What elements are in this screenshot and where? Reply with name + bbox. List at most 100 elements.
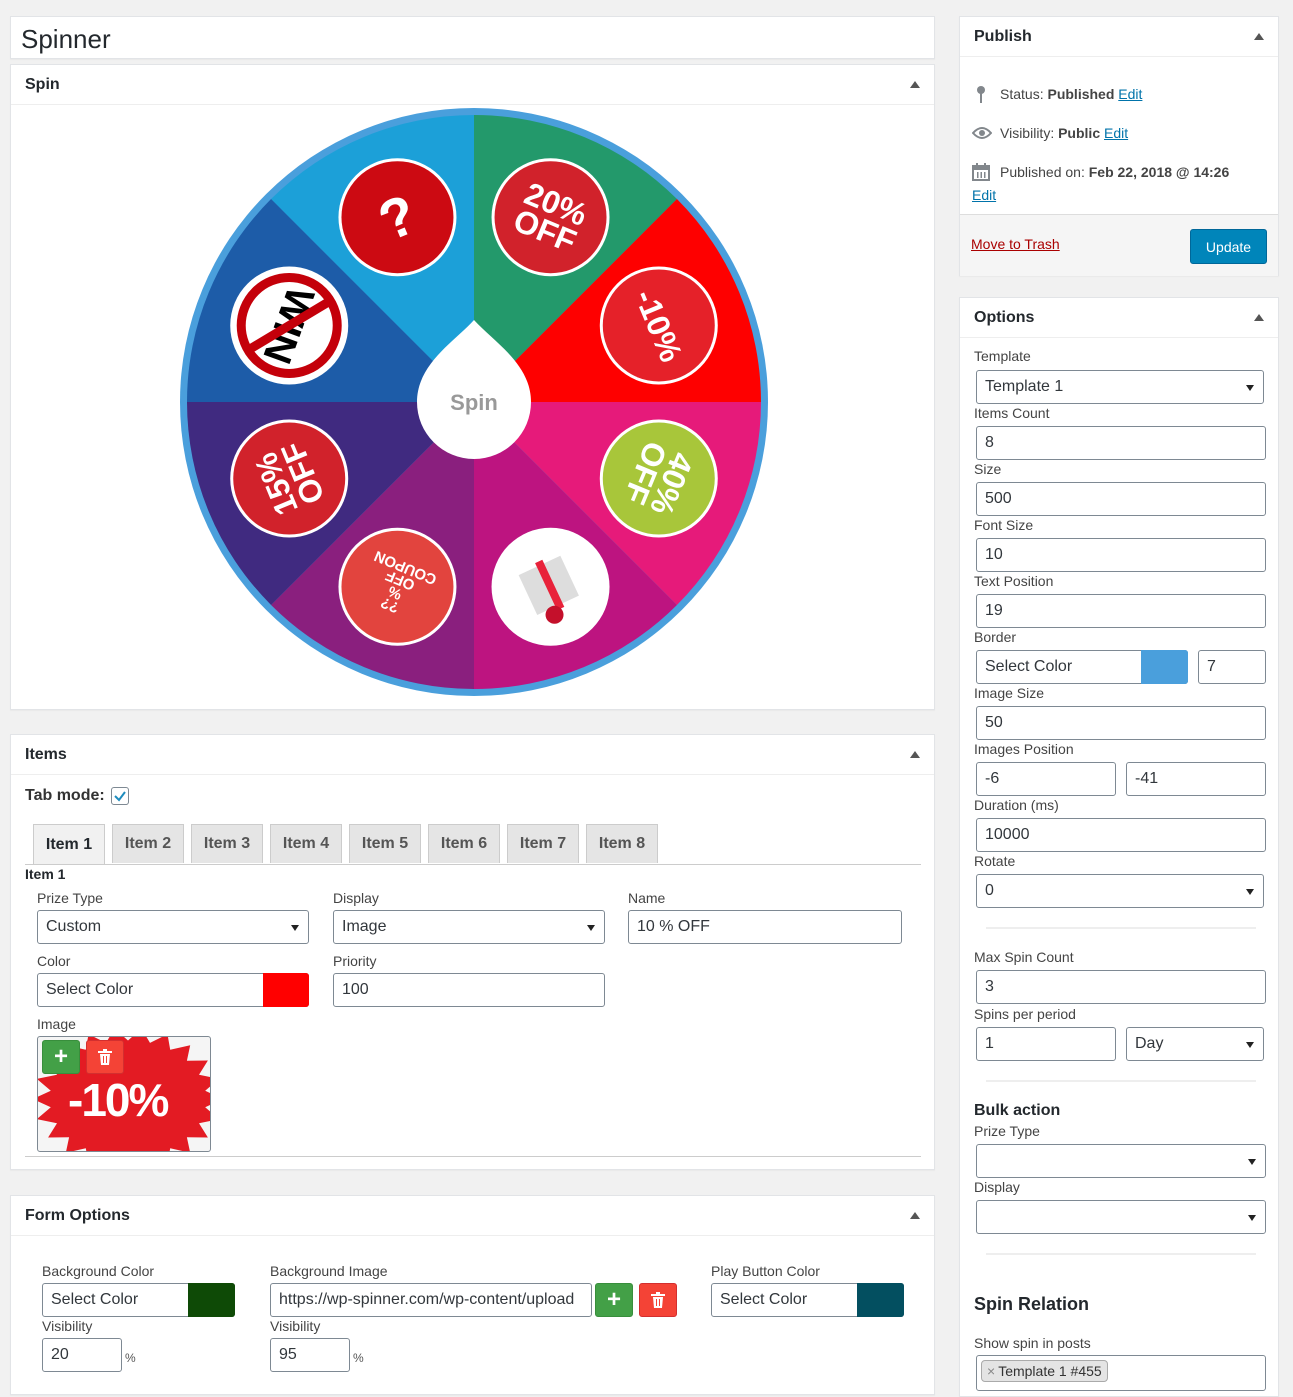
tab-item-4[interactable]: Item 4 bbox=[270, 824, 342, 863]
bg-image-input[interactable]: https://wp-spinner.com/wp-content/upload bbox=[270, 1283, 592, 1317]
prize-type-value: Custom bbox=[46, 918, 102, 935]
bg-image-label: Background Image bbox=[270, 1263, 388, 1279]
tab-item-5[interactable]: Item 5 bbox=[349, 824, 421, 863]
rotate-label: Rotate bbox=[974, 853, 1016, 869]
border-color-picker[interactable]: Select Color bbox=[976, 650, 1188, 684]
image-preview[interactable]: -10% + bbox=[37, 1036, 211, 1152]
images-position-y-value: -41 bbox=[1135, 770, 1159, 787]
tag-remove-icon[interactable]: × bbox=[987, 1363, 995, 1379]
options-header[interactable]: Options bbox=[960, 298, 1278, 338]
publish-title: Publish bbox=[974, 27, 1032, 45]
bg-visibility-value: 20 bbox=[51, 1346, 69, 1363]
spins-period-input[interactable]: 1 bbox=[976, 1027, 1116, 1061]
duration-input[interactable]: 10000 bbox=[976, 818, 1266, 852]
collapse-icon[interactable] bbox=[1254, 33, 1264, 40]
play-color-picker[interactable]: Select Color bbox=[711, 1283, 904, 1317]
items-box-header[interactable]: Items bbox=[11, 735, 934, 775]
move-to-trash-link[interactable]: Move to Trash bbox=[971, 236, 1060, 252]
show-in-posts-label: Show spin in posts bbox=[974, 1335, 1091, 1351]
color-placeholder: Select Color bbox=[46, 981, 134, 998]
tab-item-8[interactable]: Item 8 bbox=[586, 824, 658, 863]
priority-input[interactable]: 100 bbox=[333, 973, 605, 1007]
template-value: Template 1 bbox=[985, 378, 1064, 395]
form-options-header[interactable]: Form Options bbox=[11, 1196, 934, 1236]
bg-color-picker[interactable]: Select Color bbox=[42, 1283, 235, 1317]
published-label: Published on: bbox=[1000, 164, 1085, 180]
image-size-input[interactable]: 50 bbox=[976, 706, 1266, 740]
segment-badge: 15%OFF bbox=[230, 419, 349, 538]
template-select[interactable]: Template 1 bbox=[976, 370, 1264, 404]
bulk-action-heading: Bulk action bbox=[974, 1102, 1061, 1119]
color-picker[interactable]: Select Color bbox=[37, 973, 309, 1007]
border-width-input[interactable]: 7 bbox=[1198, 650, 1266, 684]
color-swatch[interactable] bbox=[263, 973, 309, 1007]
border-color-swatch[interactable] bbox=[1141, 650, 1188, 684]
post-title: Spinner bbox=[21, 24, 111, 54]
tab-item-6[interactable]: Item 6 bbox=[428, 824, 500, 863]
name-input[interactable]: 10 % OFF bbox=[628, 910, 902, 944]
published-value: Feb 22, 2018 @ 14:26 bbox=[1088, 164, 1230, 180]
tab-item-1[interactable]: Item 1 bbox=[33, 824, 105, 864]
tab-item-2[interactable]: Item 2 bbox=[112, 824, 184, 863]
collapse-icon[interactable] bbox=[910, 81, 920, 88]
collapse-icon[interactable] bbox=[910, 751, 920, 758]
prize-type-select[interactable]: Custom bbox=[37, 910, 309, 944]
edit-date-link[interactable]: Edit bbox=[972, 187, 996, 203]
image-label: Image bbox=[37, 1016, 76, 1032]
name-value: 10 % OFF bbox=[637, 918, 710, 935]
display-select[interactable]: Image bbox=[333, 910, 605, 944]
images-position-x-input[interactable]: -6 bbox=[976, 762, 1116, 796]
bg-color-swatch[interactable] bbox=[188, 1283, 235, 1317]
form-options-box: Form Options Background Color Select Col… bbox=[10, 1195, 935, 1395]
images-position-y-input[interactable]: -41 bbox=[1126, 762, 1266, 796]
pin-icon bbox=[977, 86, 985, 103]
name-label: Name bbox=[628, 890, 666, 906]
segment-badge: 20%OFF bbox=[491, 158, 610, 277]
rotate-value: 0 bbox=[985, 882, 994, 899]
tab-mode-checkbox[interactable] bbox=[110, 787, 129, 805]
post-title-field[interactable]: Spinner bbox=[10, 16, 935, 59]
play-color-swatch[interactable] bbox=[857, 1283, 904, 1317]
size-input[interactable]: 500 bbox=[976, 482, 1266, 516]
max-spin-value: 3 bbox=[985, 978, 994, 995]
add-bg-image-button[interactable]: + bbox=[595, 1283, 633, 1317]
font-size-input[interactable]: 10 bbox=[976, 538, 1266, 572]
rotate-select[interactable]: 0 bbox=[976, 874, 1264, 908]
text-position-value: 19 bbox=[985, 602, 1003, 619]
collapse-icon[interactable] bbox=[910, 1212, 920, 1219]
eye-icon bbox=[972, 127, 992, 139]
bg-color-label: Background Color bbox=[42, 1263, 155, 1279]
max-spin-input[interactable]: 3 bbox=[976, 970, 1266, 1004]
tab-item-7[interactable]: Item 7 bbox=[507, 824, 579, 863]
bg-visibility-input[interactable]: 20 bbox=[42, 1338, 122, 1372]
calendar-icon bbox=[972, 163, 990, 181]
text-position-input[interactable]: 19 bbox=[976, 594, 1266, 628]
bulk-prize-type-select[interactable] bbox=[976, 1144, 1266, 1178]
edit-status-link[interactable]: Edit bbox=[1118, 86, 1142, 102]
duration-label: Duration (ms) bbox=[974, 797, 1059, 813]
template-label: Template bbox=[974, 348, 1031, 364]
tag-label: Template 1 #455 bbox=[998, 1363, 1102, 1379]
items-count-input[interactable]: 8 bbox=[976, 426, 1266, 460]
delete-bg-image-button[interactable] bbox=[639, 1283, 677, 1317]
spin-box-header[interactable]: Spin bbox=[11, 65, 934, 105]
update-button[interactable]: Update bbox=[1190, 229, 1267, 264]
spin-wheel[interactable]: ? 20%OFF-10% 40%OFF ??%OFFCOUPON15%OFF WIN Sp… bbox=[174, 102, 774, 702]
publish-header[interactable]: Publish bbox=[960, 17, 1278, 57]
edit-visibility-link[interactable]: Edit bbox=[1104, 125, 1128, 141]
bg-image-visibility-input[interactable]: 95 bbox=[270, 1338, 350, 1372]
options-title: Options bbox=[974, 308, 1035, 326]
period-select[interactable]: Day bbox=[1126, 1027, 1264, 1061]
collapse-icon[interactable] bbox=[1254, 314, 1264, 321]
show-in-posts-field[interactable]: × Template 1 #455 bbox=[976, 1355, 1266, 1391]
tab-item-3[interactable]: Item 3 bbox=[191, 824, 263, 863]
post-tag: × Template 1 #455 bbox=[981, 1360, 1108, 1382]
border-color-placeholder: Select Color bbox=[985, 658, 1073, 675]
delete-image-button[interactable] bbox=[86, 1040, 124, 1074]
add-image-button[interactable]: + bbox=[42, 1040, 80, 1074]
items-box: Items Tab mode: Item 1 Item 2 Item 3 Item 4… bbox=[10, 734, 935, 1170]
bulk-display-select[interactable] bbox=[976, 1200, 1266, 1234]
spins-period-value: 1 bbox=[985, 1035, 994, 1052]
font-size-value: 10 bbox=[985, 546, 1003, 563]
max-spin-label: Max Spin Count bbox=[974, 949, 1074, 965]
